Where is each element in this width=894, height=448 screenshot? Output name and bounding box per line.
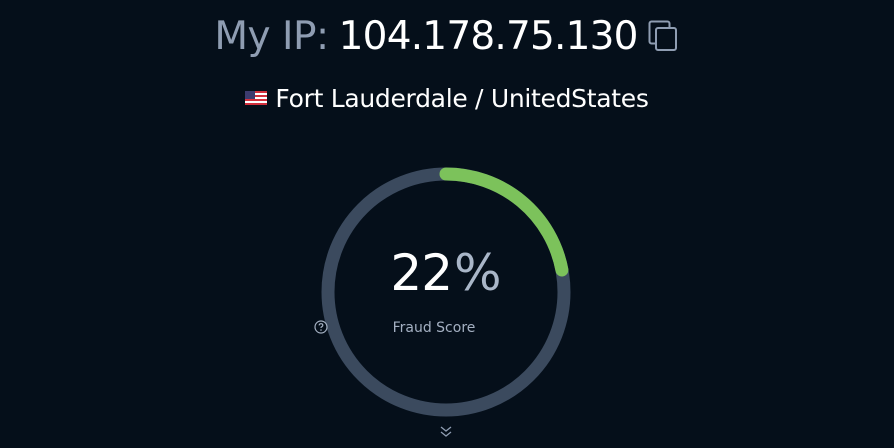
page: My IP: 104.178.75.130 Fort Lauderdale / … xyxy=(0,0,894,448)
copy-icon xyxy=(648,20,677,51)
copy-ip-button[interactable] xyxy=(646,18,680,54)
ip-label: My IP: xyxy=(214,13,329,59)
fraud-score-label-row: Fraud Score xyxy=(314,320,578,336)
fraud-score-gauge: 22% Fraud Score xyxy=(314,160,578,424)
help-circle-icon[interactable] xyxy=(314,320,499,335)
ip-address[interactable]: 104.178.75.130 xyxy=(339,14,639,59)
chevron-double-down-icon xyxy=(440,426,452,437)
score-unit: % xyxy=(454,244,502,302)
us-flag-icon xyxy=(245,91,268,105)
ip-header: My IP: 104.178.75.130 xyxy=(0,12,894,60)
gauge-center: 22% Fraud Score xyxy=(314,160,578,424)
scroll-down-button[interactable] xyxy=(438,424,454,440)
fraud-score-label: Fraud Score xyxy=(392,320,476,336)
fraud-score-value: 22% xyxy=(314,248,578,298)
location-text: Fort Lauderdale / UnitedStates xyxy=(275,83,649,113)
location: Fort Lauderdale / UnitedStates xyxy=(0,80,894,116)
score-number: 22 xyxy=(390,244,453,302)
